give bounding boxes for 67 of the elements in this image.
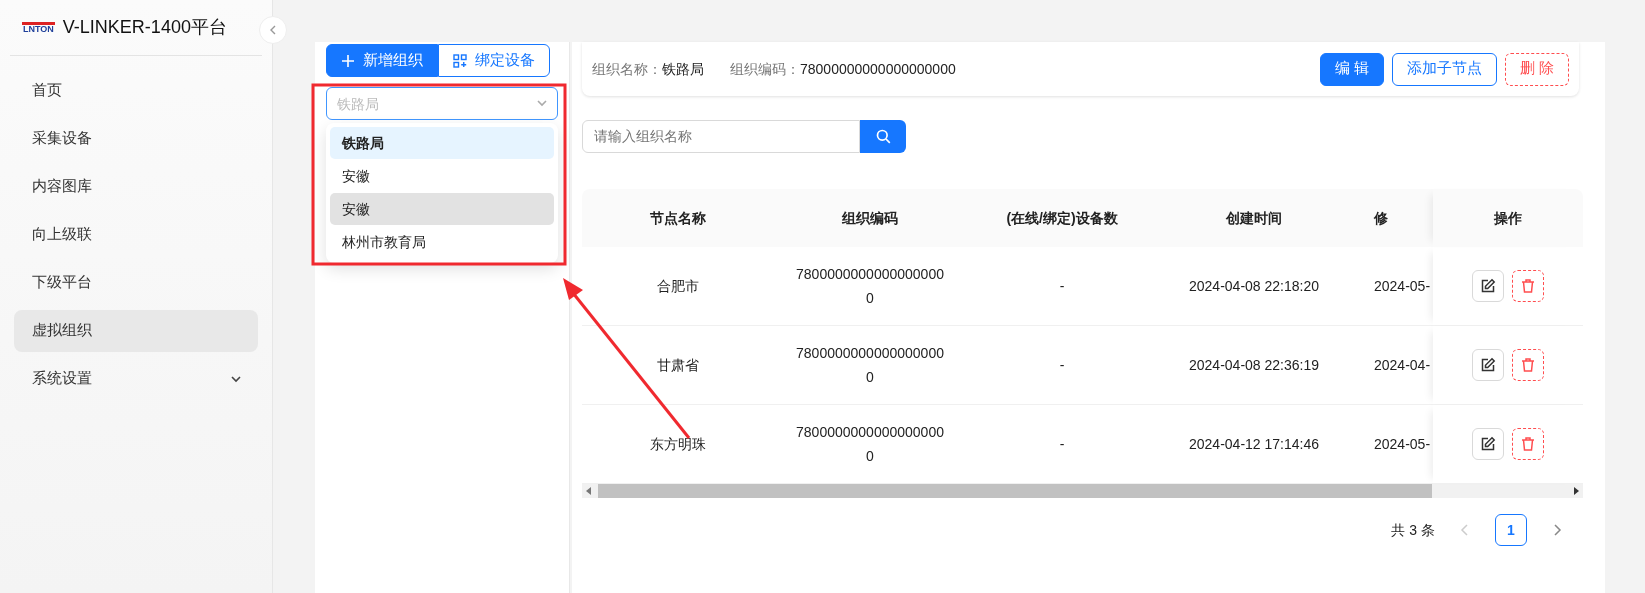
trash-icon: [1520, 436, 1536, 452]
table-cell-text: 2024-04-12 17:14:46: [1189, 434, 1319, 454]
edit-icon: [1480, 278, 1496, 294]
scroll-left-icon[interactable]: [584, 486, 594, 496]
trash-icon: [1520, 278, 1536, 294]
table-cell-text: 78000000000000000000: [795, 344, 945, 387]
action-button[interactable]: 编 辑: [1319, 52, 1384, 86]
chevron-left-icon: [1460, 524, 1470, 536]
table-cell-text: 2024-05-: [1374, 276, 1431, 296]
action-button[interactable]: 添加子节点: [1391, 52, 1497, 86]
field-label: 组织编码：: [730, 59, 800, 79]
column-header: 操作: [1433, 189, 1583, 247]
table-cell-text: 2024-04-08 22:18:20: [1189, 276, 1319, 296]
search-icon: [875, 129, 891, 144]
segment-button[interactable]: 绑定设备: [438, 44, 550, 77]
field-value: 78000000000000000000: [800, 59, 956, 79]
sidebar-item[interactable]: 向上级联: [14, 214, 258, 256]
plus-icon: [341, 53, 355, 68]
delete-button[interactable]: [1512, 428, 1544, 460]
sidebar-item[interactable]: 下级平台: [14, 262, 258, 304]
table-cell-text: 2024-04-08 22:36:19: [1189, 355, 1319, 375]
table-cell-text: 东方明珠: [650, 434, 706, 454]
table-cell-text: 2024-04-: [1374, 355, 1431, 375]
segment-button[interactable]: 新增组织: [326, 44, 438, 77]
sidebar-item[interactable]: 虚拟组织: [14, 310, 258, 352]
search-field[interactable]: 请输入组织名称: [582, 120, 860, 153]
sidebar-item[interactable]: 系统设置: [14, 358, 258, 400]
column-header: 组织编码: [774, 189, 966, 247]
horizontal-scrollbar[interactable]: [582, 484, 1583, 498]
sidebar-item[interactable]: 首页: [14, 70, 258, 112]
edit-button[interactable]: [1472, 349, 1504, 381]
search-button[interactable]: [860, 120, 906, 153]
scroll-right-icon[interactable]: [1571, 486, 1581, 496]
table-cell-text: 2024-05-: [1374, 434, 1431, 454]
table-cell-text: 甘肃省: [657, 355, 699, 375]
column-header: 修: [1350, 189, 1433, 247]
select-field[interactable]: 铁路局: [326, 87, 558, 120]
table-cell-text: -: [1059, 276, 1065, 296]
edit-button[interactable]: [1472, 270, 1504, 302]
column-header: 创建时间: [1158, 189, 1350, 247]
field-label: 组织名称：: [592, 59, 662, 79]
table-cell-text: 78000000000000000000: [795, 265, 945, 308]
table-cell-text: 合肥市: [657, 276, 699, 296]
trash-icon: [1520, 357, 1536, 373]
dropdown-option[interactable]: 安徽: [330, 193, 554, 225]
edit-icon: [1480, 357, 1496, 373]
chevron-down-icon: [536, 97, 548, 109]
grid-icon: [453, 53, 467, 68]
field-value: 铁路局: [662, 59, 704, 79]
table-cell-text: 78000000000000000000: [795, 423, 945, 466]
dropdown-option[interactable]: 铁路局: [330, 127, 554, 159]
table-cell-text: -: [1059, 434, 1065, 454]
chevron-left-icon: [269, 25, 277, 35]
app-title: V-LINKER-1400平台: [62, 16, 227, 39]
delete-button[interactable]: [1512, 270, 1544, 302]
column-header: 节点名称: [582, 189, 774, 247]
table-cell-text: -: [1059, 355, 1065, 375]
delete-button[interactable]: [1512, 349, 1544, 381]
page-button[interactable]: 1: [1495, 514, 1527, 546]
total-count: 共 3 条: [1391, 520, 1435, 540]
chevron-right-icon: [1552, 524, 1562, 536]
sidebar-item[interactable]: 内容图库: [14, 166, 258, 208]
column-header: (在线/绑定)设备数: [966, 189, 1158, 247]
sidebar-item[interactable]: 采集设备: [14, 118, 258, 160]
edit-icon: [1480, 436, 1496, 452]
edit-button[interactable]: [1472, 428, 1504, 460]
logo: LNTON: [22, 21, 55, 34]
